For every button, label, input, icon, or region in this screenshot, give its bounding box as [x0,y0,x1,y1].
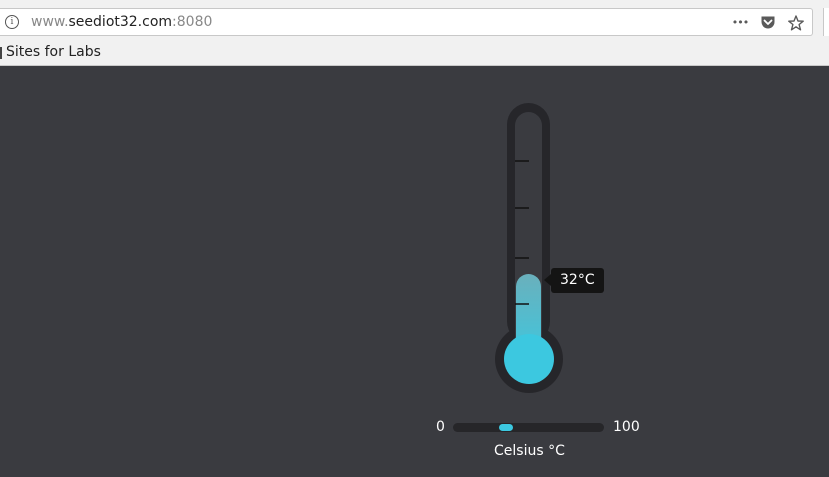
slider-max-label: 100 [613,419,640,435]
url-host: seediot32.com [68,14,173,30]
page-content: 32°C 0 100 Celsius °C [0,66,829,477]
slider-min-label: 0 [436,419,445,435]
toolbar-edge [823,8,829,36]
url-bar[interactable]: i www.seediot32.com:8080 ••• [0,8,813,36]
page-actions: ••• [730,13,806,33]
folder-icon[interactable] [0,47,2,59]
bookmarks-bar: Sites for Labs [0,41,829,65]
bookmark-sites-for-labs[interactable]: Sites for Labs [6,44,101,60]
browser-chrome: i www.seediot32.com:8080 ••• Sites for L… [0,0,829,66]
thermometer-bulb [504,334,554,384]
pocket-icon[interactable] [758,13,778,33]
thermometer [495,103,563,393]
value-tooltip: 32°C [544,268,604,293]
url-prefix: www. [31,14,69,30]
star-icon[interactable] [786,13,806,33]
temperature-slider[interactable] [453,423,604,432]
info-icon[interactable]: i [5,15,19,29]
url-text[interactable]: www.seediot32.com:8080 [31,14,212,30]
more-icon[interactable]: ••• [730,13,750,33]
slider-thumb[interactable] [499,424,513,431]
unit-label: Celsius °C [494,443,565,459]
url-port: :8080 [172,14,213,30]
